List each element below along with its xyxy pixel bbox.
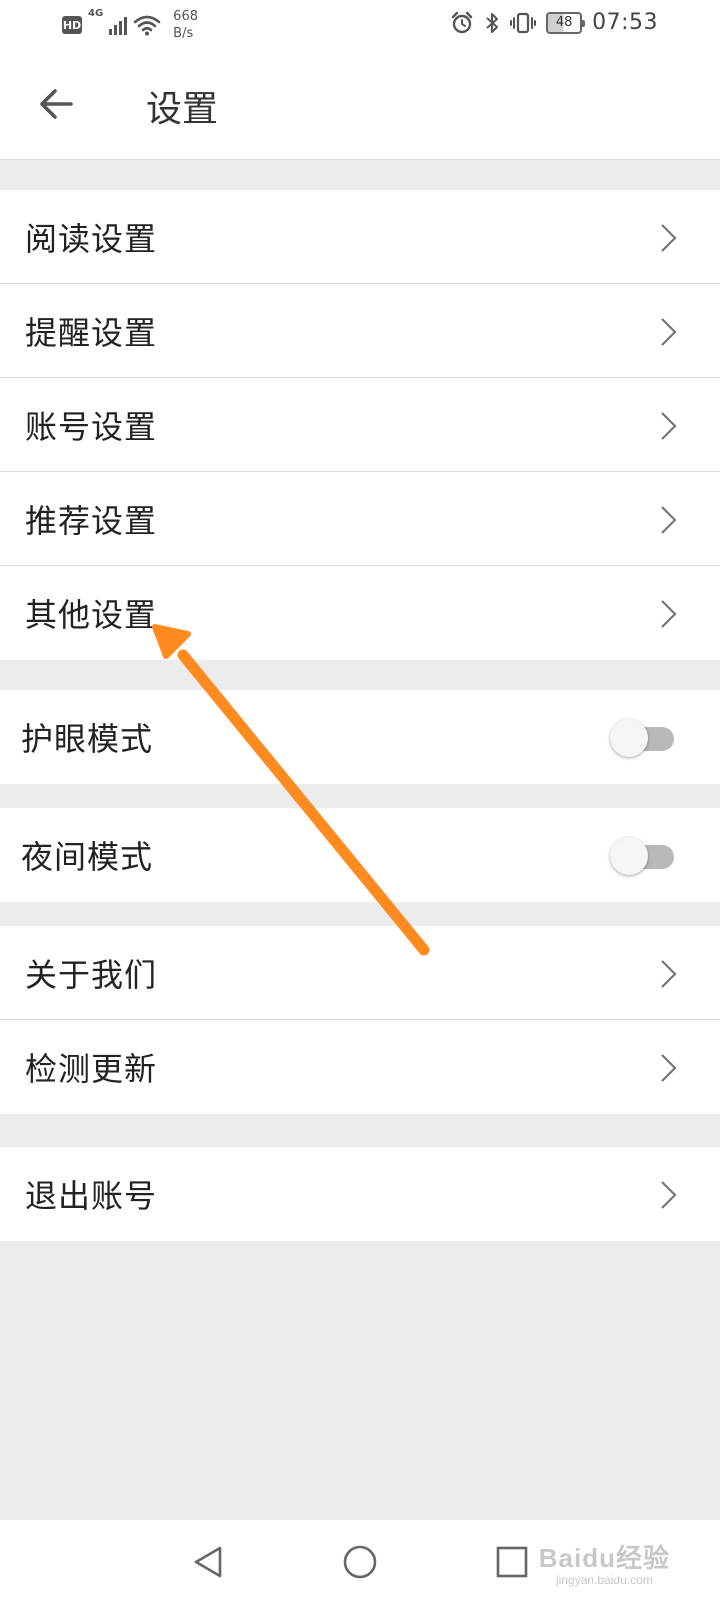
chevron-right-icon <box>661 318 677 346</box>
clock: 07:53 <box>592 10 658 35</box>
watermark: Baidu经验 jingyan.baidu.com <box>539 1538 670 1587</box>
settings-group-2: 护眼模式 <box>0 690 720 784</box>
item-label: 推荐设置 <box>25 501 158 540</box>
recommend-settings-item[interactable]: 推荐设置 <box>0 472 720 566</box>
check-update-item[interactable]: 检测更新 <box>0 1020 720 1114</box>
speed-unit: B/s <box>173 26 194 41</box>
night-mode-toggle[interactable] <box>610 835 674 875</box>
back-arrow-icon <box>40 89 73 119</box>
item-label: 提醒设置 <box>25 313 158 352</box>
reading-settings-item[interactable]: 阅读设置 <box>0 190 720 284</box>
watermark-sub: jingyan.baidu.com <box>556 1573 653 1587</box>
status-bar: HD 4G 668 B/s 48 07:53 <box>0 0 720 50</box>
reminder-settings-item[interactable]: 提醒设置 <box>0 284 720 378</box>
square-recents-icon <box>496 1546 528 1578</box>
chevron-right-icon <box>661 960 677 988</box>
night-mode-item: 夜间模式 <box>0 808 720 902</box>
item-label: 其他设置 <box>25 596 158 634</box>
chevron-right-icon <box>661 1054 677 1082</box>
back-button[interactable] <box>30 78 82 130</box>
status-left: HD 4G 668 B/s <box>62 8 198 42</box>
chevron-right-icon <box>661 224 677 252</box>
nav-recents-button[interactable] <box>490 1540 534 1584</box>
status-right: 48 07:53 <box>450 10 658 35</box>
chevron-right-icon <box>661 600 677 628</box>
hd-icon: HD <box>62 16 82 34</box>
settings-group-5: 退出账号 <box>0 1147 720 1241</box>
title-bar: 设置 <box>0 50 720 160</box>
other-settings-item[interactable]: 其他设置 <box>0 566 720 660</box>
item-label: 夜间模式 <box>21 838 154 876</box>
watermark-main: Baidu经验 <box>538 1543 670 1573</box>
page-title: 设置 <box>146 89 219 130</box>
item-label: 退出账号 <box>25 1177 158 1215</box>
wifi-icon <box>133 15 161 36</box>
chevron-right-icon <box>661 1181 677 1209</box>
chevron-right-icon <box>661 506 677 534</box>
chevron-right-icon <box>661 412 677 440</box>
circle-home-icon <box>343 1545 377 1579</box>
settings-group-1: 阅读设置 提醒设置 账号设置 推荐设置 其他设置 <box>0 190 720 660</box>
item-label: 护眼模式 <box>21 720 154 758</box>
item-label: 关于我们 <box>25 955 158 994</box>
network-speed: 668 B/s <box>173 8 198 42</box>
about-us-item[interactable]: 关于我们 <box>0 926 720 1020</box>
battery-icon: 48 <box>546 11 586 34</box>
navigation-bar: Baidu经验 jingyan.baidu.com <box>0 1520 720 1600</box>
settings-group-4: 关于我们 检测更新 <box>0 926 720 1114</box>
alarm-icon <box>451 11 473 33</box>
toggle-knob <box>610 837 648 875</box>
network-type: 4G <box>88 8 104 19</box>
triangle-back-icon <box>194 1546 222 1578</box>
toggle-knob <box>610 719 648 757</box>
item-label: 检测更新 <box>25 1050 158 1088</box>
speed-value: 668 <box>173 9 198 24</box>
vibrate-icon <box>510 12 537 33</box>
account-settings-item[interactable]: 账号设置 <box>0 378 720 472</box>
eye-care-toggle[interactable] <box>610 717 674 757</box>
eye-care-mode-item: 护眼模式 <box>0 690 720 784</box>
item-label: 阅读设置 <box>25 219 158 258</box>
item-label: 账号设置 <box>25 407 158 446</box>
settings-group-3: 夜间模式 <box>0 808 720 902</box>
nav-back-button[interactable] <box>186 1540 230 1584</box>
nav-home-button[interactable] <box>338 1540 382 1584</box>
bluetooth-icon <box>486 12 499 33</box>
logout-item[interactable]: 退出账号 <box>0 1147 720 1241</box>
signal-strength-icon <box>109 15 128 35</box>
